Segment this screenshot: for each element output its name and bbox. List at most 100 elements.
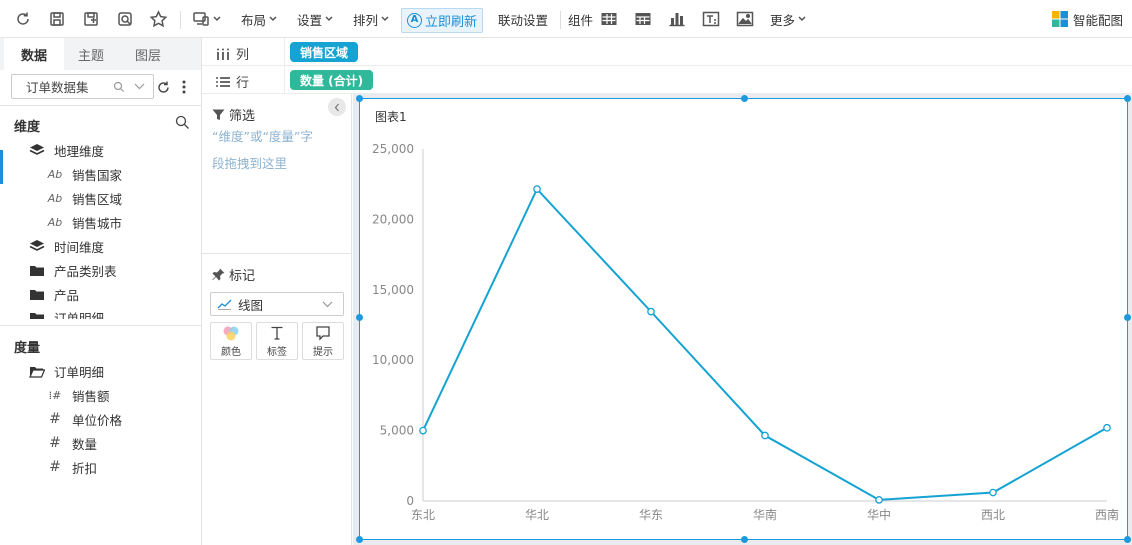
chart-type-select[interactable]: 线图 [210, 292, 344, 316]
tree-item-sales-region[interactable]: Ab 销售区域 [44, 187, 122, 209]
chevron-down-icon [798, 16, 806, 22]
y-tick-label: 25,000 [372, 142, 414, 156]
tab-theme[interactable]: 主题 [61, 38, 121, 70]
device-preview-dropdown[interactable] [192, 0, 221, 38]
filter-title-text: 筛选 [229, 109, 256, 124]
x-tick-label: 西北 [981, 508, 1005, 522]
data-point[interactable] [875, 496, 883, 504]
columns-label: 列 [236, 48, 250, 63]
save-icon[interactable] [48, 0, 66, 38]
text-field-icon: Ab [47, 215, 63, 229]
resize-handle[interactable] [741, 536, 748, 543]
tree-clip: 订单明细 [26, 306, 196, 319]
resize-handle[interactable] [356, 95, 363, 102]
filter-icon [212, 109, 225, 120]
text-t-icon [271, 326, 283, 340]
y-axis: 0 5,000 10,000 15,000 20,000 25,000 [372, 142, 424, 508]
crosstab-component-icon[interactable] [634, 0, 652, 38]
label-mark-label: 标签 [267, 346, 287, 358]
series-line [422, 187, 1108, 501]
tree-item-label: 销售区域 [72, 191, 123, 207]
tree-item-label: 产品 [54, 287, 80, 303]
columns-shelf-label: 列 [216, 44, 249, 63]
tree-item-order-detail-measures[interactable]: 订单明细 [26, 360, 104, 382]
filter-drop-hint-text: “维度”或“度量”字 [212, 129, 313, 144]
data-point[interactable] [1103, 423, 1111, 432]
chart-title: 图表1 [375, 110, 407, 124]
sort-menu-label: 排列 [353, 12, 379, 28]
more-menu[interactable]: 更多 [770, 0, 806, 38]
more-menu-label: 更多 [770, 12, 796, 28]
tree-item-unit-price[interactable]: # 单位价格 [44, 408, 122, 430]
label-mark-button[interactable]: 标签 [256, 322, 298, 360]
layout-menu[interactable]: 布局 [241, 0, 277, 38]
tree-item-discount[interactable]: # 折扣 [44, 456, 97, 478]
filter-drop-hint[interactable]: “维度”或“度量”字 段拖拽到这里 [212, 123, 340, 177]
row-field-pill[interactable]: 数量 (合计) [290, 70, 374, 90]
resize-handle[interactable] [1124, 95, 1131, 102]
number-field-icon: # [49, 411, 61, 427]
tree-item-geo-dimension[interactable]: 地理维度 [26, 139, 104, 161]
link-settings-button[interactable]: 联动设置 [498, 0, 548, 38]
tree-item-sales-country[interactable]: Ab 销售国家 [44, 163, 122, 185]
refresh-dataset-icon[interactable] [156, 80, 171, 95]
more-vertical-icon[interactable] [181, 78, 187, 96]
column-field-pill[interactable]: 销售区域 [290, 42, 359, 62]
data-point[interactable] [533, 185, 541, 193]
y-tick-label: 0 [406, 494, 414, 508]
tab-layers[interactable]: 图层 [118, 38, 178, 70]
chevron-left-icon [334, 103, 339, 111]
data-point[interactable] [761, 431, 769, 440]
resize-handle[interactable] [741, 95, 748, 102]
tree-item-product[interactable]: 产品 [26, 283, 79, 305]
layers-icon [26, 239, 48, 253]
smart-chart-button[interactable]: 智能配图 [1052, 0, 1123, 38]
data-point[interactable] [989, 488, 997, 497]
sort-menu[interactable]: 排列 [353, 0, 389, 38]
dataset-select[interactable]: 订单数据集 [11, 74, 154, 99]
folder-icon [26, 311, 48, 319]
bar-chart-component-icon[interactable] [668, 0, 686, 38]
columns-icon [217, 48, 229, 60]
data-point[interactable] [419, 426, 427, 435]
preview-icon[interactable] [116, 0, 134, 38]
collapse-panel-button[interactable] [328, 98, 346, 116]
favorite-star-icon[interactable] [149, 0, 168, 38]
rows-shelf[interactable]: 行 数量 (合计) [202, 66, 1132, 94]
text-component-icon[interactable] [702, 0, 720, 38]
resize-handle[interactable] [1124, 536, 1131, 543]
tree-item-order-detail[interactable]: 订单明细 [26, 306, 104, 319]
smart-chart-icon [1052, 11, 1068, 27]
color-mark-button[interactable]: 颜色 [210, 322, 252, 360]
folder-open-icon [26, 365, 48, 378]
resize-handle[interactable] [356, 536, 363, 543]
tree-item-quantity[interactable]: # 数量 [44, 432, 97, 454]
columns-shelf[interactable]: 列 销售区域 [202, 38, 1132, 66]
tree-item-sales-amount[interactable]: ⁞# 销售额 [44, 384, 110, 406]
settings-menu[interactable]: 设置 [297, 0, 333, 38]
y-tick-label: 5,000 [380, 424, 414, 438]
tree-item-time-dimension[interactable]: 时间维度 [26, 235, 104, 257]
marks-title-text: 标记 [229, 269, 256, 284]
refresh-now-button[interactable]: A 立即刷新 [401, 8, 483, 33]
scroll-indicator [0, 150, 3, 184]
x-tick-label: 华南 [753, 507, 777, 522]
table-component-icon[interactable] [600, 0, 618, 38]
tab-data[interactable]: 数据 [4, 38, 64, 71]
tooltip-mark-button[interactable]: 提示 [302, 322, 344, 360]
x-axis: 东北 华北 华东 华南 华中 西北 西南 [411, 500, 1119, 522]
tree-item-product-category[interactable]: 产品类别表 [26, 259, 117, 281]
components-label: 组件 [568, 0, 593, 38]
image-component-icon[interactable] [736, 0, 754, 38]
save-as-icon[interactable] [82, 0, 100, 38]
tree-item-label: 销售国家 [72, 167, 123, 183]
tree-item-label: 销售城市 [72, 215, 123, 231]
shelf-divider [284, 66, 285, 94]
tree-item-label: 产品类别表 [54, 263, 117, 279]
search-icon[interactable] [175, 115, 190, 130]
shelf-divider [284, 38, 285, 66]
data-point[interactable] [647, 307, 655, 316]
tree-item-sales-city[interactable]: Ab 销售城市 [44, 211, 122, 233]
refresh-icon[interactable] [14, 0, 32, 38]
rows-label: 行 [236, 76, 250, 91]
